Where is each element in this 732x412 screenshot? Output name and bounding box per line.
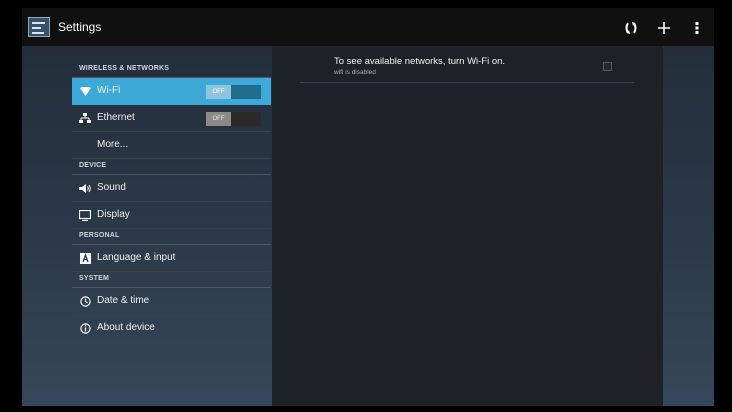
settings-screen: Settings WIRELESS & NETWORKS Wi-Fi OFF E… bbox=[22, 8, 714, 406]
info-icon bbox=[79, 322, 91, 334]
sidebar-item-more[interactable]: More... bbox=[72, 132, 271, 159]
auto-rotate-icon[interactable] bbox=[620, 17, 642, 39]
sidebar-item-label: About device bbox=[97, 322, 155, 333]
wifi-icon bbox=[79, 85, 91, 97]
sidebar-item-wifi[interactable]: Wi-Fi OFF bbox=[72, 78, 271, 105]
app-title: Settings bbox=[58, 20, 102, 34]
sidebar-item-label: Language & input bbox=[97, 252, 176, 263]
sidebar-item-label: More... bbox=[97, 139, 129, 150]
sidebar-item-date-time[interactable]: Date & time bbox=[72, 288, 271, 315]
ethernet-icon bbox=[79, 112, 91, 124]
ethernet-toggle[interactable]: OFF bbox=[206, 112, 261, 126]
sidebar-item-about-device[interactable]: About device bbox=[72, 315, 271, 342]
sidebar-item-label: Date & time bbox=[97, 295, 150, 306]
section-header-personal: PERSONAL bbox=[72, 229, 271, 245]
display-icon bbox=[79, 209, 91, 221]
sidebar-item-ethernet[interactable]: Ethernet OFF bbox=[72, 105, 271, 132]
sidebar-item-language-input[interactable]: Language & input bbox=[72, 245, 271, 272]
sidebar-item-label: Wi-Fi bbox=[97, 85, 121, 96]
section-header-device: DEVICE bbox=[72, 159, 271, 175]
sidebar-item-label: Sound bbox=[97, 182, 126, 193]
sidebar-item-label: Display bbox=[97, 209, 130, 220]
wifi-off-message: To see available networks, turn Wi-Fi on… bbox=[334, 56, 506, 67]
section-header-wireless: WIRELESS & NETWORKS bbox=[72, 62, 271, 78]
overflow-menu-icon[interactable] bbox=[686, 17, 708, 39]
sidebar-item-sound[interactable]: Sound bbox=[72, 175, 271, 202]
settings-app-icon[interactable] bbox=[28, 17, 50, 37]
wifi-detail-panel: To see available networks, turn Wi-Fi on… bbox=[272, 46, 663, 406]
settings-list: WIRELESS & NETWORKS Wi-Fi OFF Ethernet O… bbox=[72, 46, 271, 406]
action-bar: Settings bbox=[22, 8, 714, 46]
add-icon[interactable] bbox=[653, 17, 675, 39]
wifi-status-subtext: wifi is disabled bbox=[334, 69, 376, 76]
sidebar-item-display[interactable]: Display bbox=[72, 202, 271, 229]
wifi-toggle[interactable]: OFF bbox=[206, 85, 261, 99]
speaker-icon bbox=[79, 182, 91, 194]
wifi-enable-checkbox[interactable] bbox=[603, 62, 612, 71]
divider bbox=[300, 82, 634, 83]
clock-icon bbox=[79, 295, 91, 307]
keyboard-icon bbox=[79, 252, 91, 264]
sidebar-item-label: Ethernet bbox=[97, 112, 135, 123]
section-header-system: SYSTEM bbox=[72, 272, 271, 288]
